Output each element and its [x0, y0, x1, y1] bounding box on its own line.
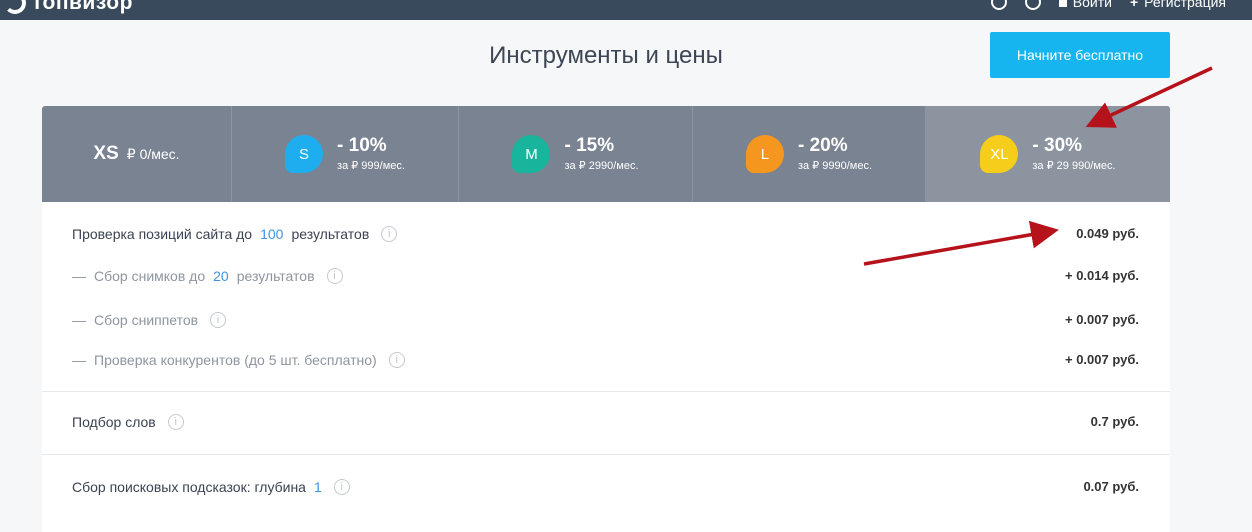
- annotation-arrows: [863, 66, 1213, 266]
- arrow-to-xl-plan: [1085, 66, 1213, 128]
- arrow-to-price: [863, 220, 1059, 266]
